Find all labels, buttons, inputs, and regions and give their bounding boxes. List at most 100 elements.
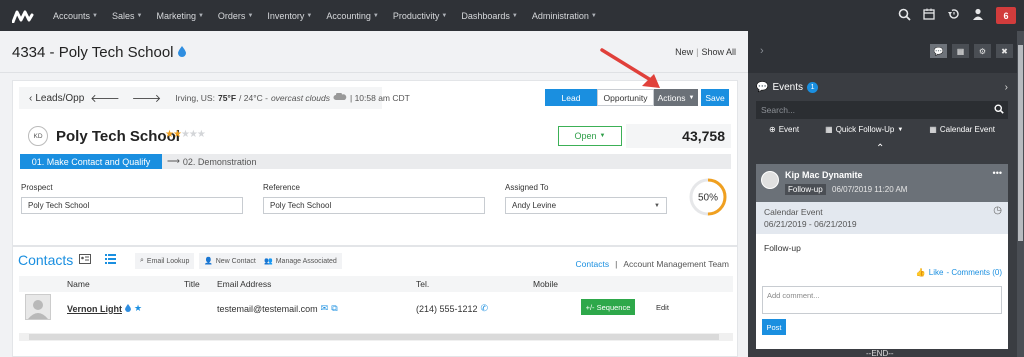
manage-associated-button[interactable]: 👥 Manage Associated bbox=[259, 253, 342, 269]
reference-field[interactable]: Poly Tech School bbox=[263, 197, 485, 214]
add-event-button[interactable]: ⊕ Event bbox=[769, 125, 799, 134]
assigned-to-select[interactable]: Andy Levine ▼ bbox=[505, 197, 667, 214]
contact-tel: (214) 555-1212 bbox=[416, 303, 478, 314]
chevron-right-icon[interactable]: › bbox=[1005, 82, 1008, 93]
sequence-button[interactable]: +/- Sequence bbox=[581, 299, 635, 315]
search-icon[interactable] bbox=[898, 8, 911, 24]
history-icon[interactable] bbox=[947, 8, 960, 23]
col-tel[interactable]: Tel. bbox=[416, 279, 429, 289]
search-icon[interactable] bbox=[994, 103, 1004, 117]
owner-avatar[interactable]: KD bbox=[28, 126, 48, 146]
table-row: Vernon Light ★ testemail@testemail.com ✉… bbox=[19, 294, 733, 330]
status-dropdown[interactable]: Open ▼ bbox=[558, 126, 622, 146]
envelope-icon[interactable]: ✉ bbox=[321, 303, 329, 314]
side-scrollbar-thumb[interactable] bbox=[1018, 45, 1023, 241]
top-nav: Accounts ▼ Sales ▼ Marketing ▼ Orders ▼ Inve… bbox=[0, 0, 1024, 31]
stage-current[interactable]: 01. Make Contact and Qualify bbox=[20, 154, 162, 169]
arrow-right-icon[interactable]: 🡒 bbox=[126, 91, 168, 105]
rating-stars[interactable]: ★★★★★ bbox=[165, 129, 206, 140]
assigned-to-label: Assigned To bbox=[505, 183, 549, 192]
prospect-field[interactable]: Poly Tech School bbox=[21, 197, 243, 214]
new-contact-button[interactable]: 👤 New Contact bbox=[199, 253, 261, 269]
list-view-icon[interactable] bbox=[105, 254, 116, 267]
phone-icon[interactable]: ✆ bbox=[481, 303, 489, 314]
caret-down-icon: ▼ bbox=[688, 94, 695, 101]
stage-next[interactable]: ⟶ 02. Demonstration bbox=[167, 154, 256, 169]
prospect-label: Prospect bbox=[21, 183, 53, 192]
arrow-left-icon[interactable]: 🡐 bbox=[84, 91, 126, 105]
contact-card-view-icon[interactable] bbox=[79, 254, 91, 267]
like-comments: 👍 Like - Comments (0) bbox=[916, 268, 1002, 277]
star-filled-icon[interactable]: ★ bbox=[165, 129, 174, 140]
star-filled-icon[interactable]: ★ bbox=[173, 129, 182, 140]
like-link[interactable]: Like bbox=[929, 268, 944, 277]
email-lookup-button[interactable]: ⌕ Email Lookup bbox=[135, 253, 195, 269]
tab-contacts[interactable]: Contacts bbox=[576, 259, 610, 269]
user-icon[interactable] bbox=[972, 8, 984, 23]
star-empty-icon[interactable]: ★ bbox=[197, 129, 206, 140]
back-label: Leads/Opp bbox=[35, 92, 85, 104]
quick-follow-up-button[interactable]: ▦ Quick Follow-Up ▼ bbox=[825, 125, 903, 134]
nav-administration[interactable]: Administration ▼ bbox=[525, 11, 604, 21]
nav-marketing[interactable]: Marketing ▼ bbox=[149, 11, 210, 21]
comments-icon[interactable]: 💬 bbox=[930, 44, 947, 58]
caret-down-icon: ▼ bbox=[590, 12, 597, 19]
cloud-icon bbox=[333, 91, 347, 103]
calendar-icon[interactable]: ▦ bbox=[952, 44, 969, 58]
nav-sales[interactable]: Sales ▼ bbox=[105, 11, 149, 21]
more-options-icon[interactable]: ••• bbox=[993, 168, 1002, 178]
contacts-tabs: Contacts | Account Management Team bbox=[576, 259, 729, 269]
close-icon[interactable]: ✖ bbox=[996, 44, 1013, 58]
events-search-input[interactable]: Search... bbox=[756, 101, 1008, 119]
person-silhouette-icon bbox=[28, 300, 48, 319]
comments-link[interactable]: - Comments (0) bbox=[946, 268, 1002, 277]
nav-accounts[interactable]: Accounts ▼ bbox=[46, 11, 105, 21]
reference-label: Reference bbox=[263, 183, 300, 192]
lead-button[interactable]: Lead bbox=[545, 89, 597, 106]
scrollbar-thumb[interactable] bbox=[29, 334, 719, 340]
back-button[interactable]: ‹ Leads/Opp bbox=[19, 93, 84, 104]
external-link-icon[interactable]: ⧉ bbox=[331, 303, 337, 314]
nav-productivity[interactable]: Productivity ▼ bbox=[386, 11, 454, 21]
plus-circle-icon: ⊕ bbox=[768, 125, 776, 134]
nav-orders[interactable]: Orders ▼ bbox=[211, 11, 260, 21]
edit-button[interactable]: Edit bbox=[656, 303, 669, 312]
chevron-up-icon[interactable]: ⌃ bbox=[876, 143, 884, 154]
events-side-panel: › 💬 ▦ ⚙ ✖ 💬 Events 1 › Search... ⊕ Event … bbox=[748, 31, 1024, 357]
chevron-right-icon[interactable]: › bbox=[760, 45, 764, 57]
star-empty-icon[interactable]: ★ bbox=[181, 129, 190, 140]
weather-time: | 10:58 am CDT bbox=[350, 93, 410, 103]
caret-down-icon: ▼ bbox=[599, 133, 606, 139]
water-drop-icon bbox=[125, 303, 131, 314]
contact-name-link[interactable]: Vernon Light bbox=[67, 304, 122, 314]
comment-input[interactable]: Add comment... bbox=[762, 286, 1002, 314]
star-icon[interactable]: ★ bbox=[134, 303, 142, 314]
event-card-header: Kip Mac Dynamite Follow-up 06/07/2019 11… bbox=[756, 164, 1008, 202]
horizontal-scrollbar[interactable] bbox=[19, 333, 733, 341]
show-all-link[interactable]: Show All bbox=[701, 47, 736, 57]
side-scrollbar[interactable] bbox=[1017, 31, 1024, 357]
calendar-event-button[interactable]: ▦ Calendar Event bbox=[929, 125, 995, 134]
star-empty-icon[interactable]: ★ bbox=[189, 129, 198, 140]
tab-account-management-team[interactable]: Account Management Team bbox=[623, 259, 729, 269]
app-logo[interactable] bbox=[6, 0, 40, 31]
col-mobile[interactable]: Mobile bbox=[533, 279, 558, 289]
save-button[interactable]: Save bbox=[701, 89, 729, 106]
gear-icon[interactable]: ⚙ bbox=[974, 44, 991, 58]
col-title[interactable]: Title bbox=[184, 279, 200, 289]
col-name[interactable]: Name bbox=[67, 279, 90, 289]
col-email[interactable]: Email Address bbox=[217, 279, 271, 289]
events-header[interactable]: 💬 Events 1 › bbox=[756, 77, 1008, 97]
annotation-arrow bbox=[600, 48, 660, 88]
notification-badge[interactable]: 6 bbox=[996, 7, 1016, 24]
nav-inventory[interactable]: Inventory ▼ bbox=[260, 11, 319, 21]
caret-down-icon: ▼ bbox=[92, 12, 98, 19]
weather-conditions: overcast clouds bbox=[270, 93, 330, 103]
calendar-icon[interactable] bbox=[923, 8, 935, 23]
new-link[interactable]: New bbox=[675, 47, 693, 57]
post-button[interactable]: Post bbox=[762, 319, 786, 335]
nav-accounting[interactable]: Accounting ▼ bbox=[319, 11, 385, 21]
caret-down-icon: ▼ bbox=[441, 12, 448, 19]
event-kind: Calendar Event bbox=[764, 207, 823, 217]
nav-dashboards[interactable]: Dashboards ▼ bbox=[454, 11, 524, 21]
